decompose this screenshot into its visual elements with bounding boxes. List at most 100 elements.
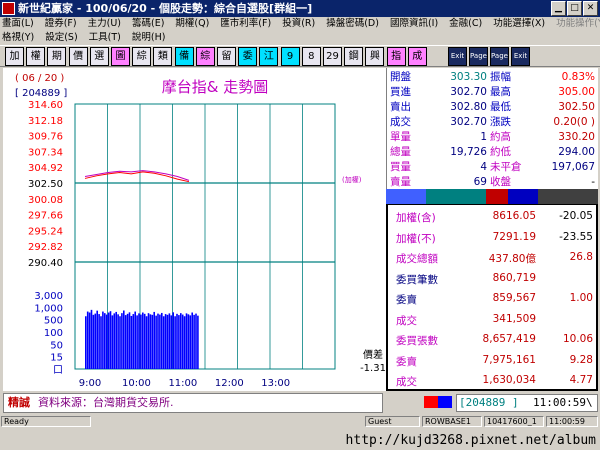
quote-row: 賣出 302.80 最低 302.50: [387, 100, 599, 115]
menu-item[interactable]: 設定(S): [45, 31, 77, 45]
price-tick: 302.50: [28, 179, 63, 190]
volume-bar: [172, 312, 174, 369]
menu-item[interactable]: 操盤密碼(D): [326, 17, 379, 31]
quote-label: 振幅: [490, 71, 511, 83]
toolbar-button[interactable]: 留: [217, 47, 236, 66]
volume-bar: [151, 314, 154, 369]
volume-tick: 100: [44, 328, 63, 339]
quote-label: 約低: [490, 146, 511, 158]
menu-item[interactable]: 說明(H): [132, 31, 166, 45]
price-tick: 290.40: [28, 258, 63, 269]
quote-value: 0.20(0 ): [553, 116, 595, 128]
menu-item[interactable]: 投資(R): [282, 17, 315, 31]
stat-change: 1.00: [569, 292, 593, 304]
menu-item[interactable]: 期權(Q): [175, 17, 209, 31]
volume-bar: [153, 311, 155, 369]
status-indicator-red: [424, 396, 438, 408]
volume-bar: [86, 311, 89, 369]
volume-bar: [159, 314, 161, 369]
menu-item[interactable]: 籌碼(E): [132, 17, 164, 31]
toolbar: 加權期價選圖綜類備綜留委江9829鋼興指成ExitPage UpPage Dow…: [0, 45, 600, 67]
toolbar-button[interactable]: 8: [301, 47, 321, 66]
volume-bar: [195, 313, 197, 369]
toolbar-button[interactable]: 圖: [111, 47, 130, 66]
volume-bar: [85, 316, 87, 369]
menu-item[interactable]: 國際資訊(I): [390, 17, 438, 31]
stat-label: 委買張數: [396, 335, 438, 347]
close-button[interactable]: ✕: [583, 1, 598, 16]
quote-value: 302.70: [450, 116, 487, 128]
volume-bar: [134, 311, 136, 369]
menu-item[interactable]: 畫面(L): [2, 17, 34, 31]
volume-bar: [183, 316, 186, 369]
volume-bar: [104, 313, 106, 369]
menu-item[interactable]: 金融(C): [449, 17, 482, 31]
toolbar-button[interactable]: 綜: [132, 47, 152, 66]
volume-tick: 1,000: [34, 303, 63, 314]
price-tick: 314.60: [28, 100, 63, 111]
toolbar-button[interactable]: 鋼: [344, 47, 364, 66]
volume-bar: [189, 315, 192, 369]
time-tick: 10:00: [122, 378, 151, 389]
footer-bar: 精誠 資料來源：台灣期貨交易所. [204889 ] 11:00:59\: [0, 393, 600, 413]
quote-label: 最高: [490, 86, 511, 98]
toolbar-button[interactable]: 價: [68, 47, 88, 66]
toolbar-icon-button[interactable]: Exit: [448, 47, 467, 66]
menu-item[interactable]: 工具(T): [89, 31, 121, 45]
stat-value: 860,719: [492, 271, 536, 284]
toolbar-button[interactable]: 綜: [195, 47, 215, 66]
volume-bar: [164, 314, 167, 369]
menu-item[interactable]: 證券(F): [45, 17, 77, 31]
toolbar-button[interactable]: 指: [386, 47, 406, 66]
toolbar-button[interactable]: 期: [47, 47, 67, 66]
menu-item[interactable]: 功能操作(Y): [556, 17, 600, 31]
toolbar-button[interactable]: 29: [323, 47, 342, 66]
stat-label: 成交總額: [396, 253, 438, 265]
stat-label: 成交: [396, 376, 417, 388]
menu-item[interactable]: 主力(U): [88, 17, 121, 31]
toolbar-button[interactable]: 9: [280, 47, 300, 66]
status-indicator-blue: [438, 396, 452, 408]
menu-row-2: 格視(Y) 設定(S) 工具(T) 說明(H): [2, 31, 176, 45]
toolbar-icon-button[interactable]: Page Up: [469, 47, 488, 66]
toolbar-icon-button[interactable]: Page Down: [490, 47, 509, 66]
bar-segment: [386, 189, 426, 204]
volume-bar: [98, 314, 100, 369]
stat-value: 8,657,419: [482, 333, 536, 345]
minimize-button[interactable]: ▁: [551, 1, 566, 16]
time-tick: 13:00: [261, 378, 290, 389]
menu-item[interactable]: 功能選擇(X): [493, 17, 545, 31]
toolbar-button[interactable]: 選: [89, 47, 109, 66]
menu-item[interactable]: 匯市利率(F): [220, 17, 271, 31]
volume-bar: [178, 315, 180, 369]
quote-value: 302.80: [450, 101, 487, 113]
toolbar-button[interactable]: 江: [259, 47, 279, 66]
volume-bar: [197, 315, 199, 369]
quote-value: 305.00: [558, 86, 595, 98]
maximize-button[interactable]: □: [567, 1, 582, 16]
volume-bar: [100, 316, 102, 369]
status-connection: 10417600_1: [484, 416, 544, 427]
volume-tick: 500: [44, 316, 63, 327]
quote-label: 漲跌: [490, 116, 511, 128]
toolbar-button[interactable]: 備: [174, 47, 194, 66]
toolbar-button[interactable]: 加: [5, 47, 24, 66]
app-icon: [2, 2, 15, 15]
quote-label: 單量: [390, 131, 411, 143]
volume-bar: [138, 313, 140, 369]
toolbar-button[interactable]: 委: [238, 47, 258, 66]
status-bar: Ready Guest ROWBASE1 10417600_1 11:00:59…: [0, 415, 600, 450]
stat-change: -20.05: [559, 210, 593, 222]
status-time: 11:00:59: [546, 416, 598, 427]
stat-change: 9.28: [569, 353, 593, 366]
volume-bar: [111, 315, 114, 369]
menu-item[interactable]: 格視(Y): [2, 31, 34, 45]
toolbar-icon-button[interactable]: Exit: [511, 47, 530, 66]
quote-label: 最低: [490, 101, 511, 113]
toolbar-button[interactable]: 權: [26, 47, 46, 66]
toolbar-button[interactable]: 類: [153, 47, 173, 66]
toolbar-button[interactable]: 成: [407, 47, 427, 66]
market-stats-panel: 加權(含) 8616.05 -20.05 加權(不) 7291.19 -23.55 成交總額…: [386, 204, 598, 391]
footer-time: 11:00:59\: [533, 396, 593, 409]
toolbar-button[interactable]: 興: [365, 47, 385, 66]
